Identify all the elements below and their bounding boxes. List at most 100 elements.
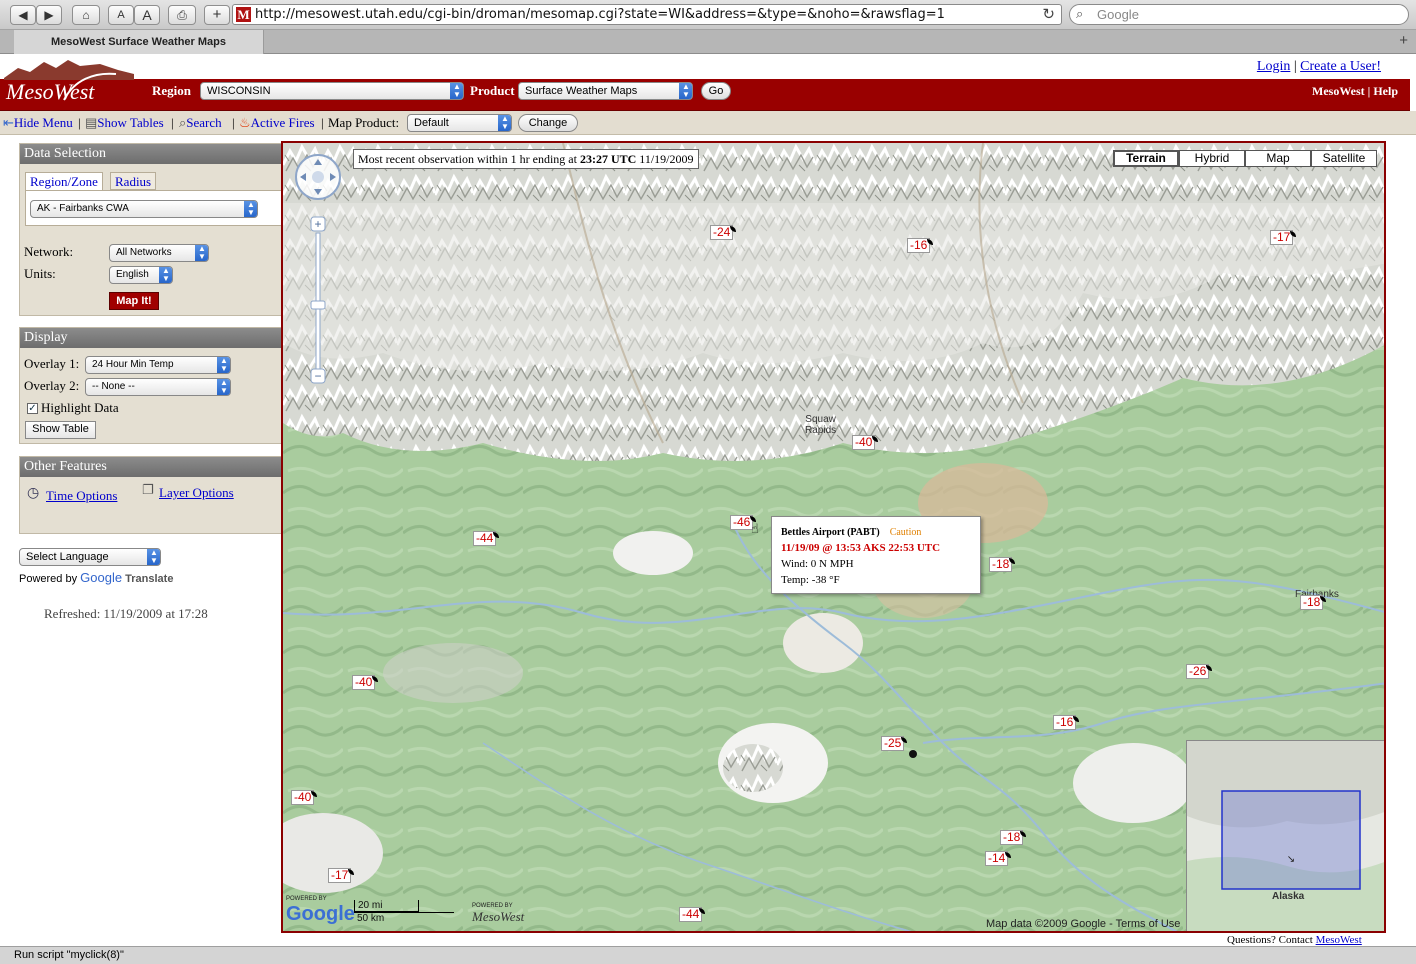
highlight-checkbox[interactable]: ✓ bbox=[27, 403, 38, 414]
home-button[interactable]: ⌂ bbox=[72, 5, 100, 25]
show-tables-link[interactable]: ▤Show Tables bbox=[85, 115, 164, 131]
station-marker[interactable]: -40 bbox=[852, 435, 879, 450]
print-button[interactable]: ⎙ bbox=[168, 5, 196, 25]
mesowest-favicon: M bbox=[236, 7, 251, 22]
map-it-button[interactable]: Map It! bbox=[109, 292, 159, 310]
station-marker[interactable]: -44 bbox=[473, 531, 500, 546]
svg-text:↘: ↘ bbox=[1287, 854, 1295, 865]
overlay2-select[interactable]: -- None -- ▲ ▼ bbox=[85, 378, 231, 396]
popup-time: 11/19/09 @ 13:53 AKS 22:53 UTC bbox=[781, 542, 941, 554]
mesowest-home-link[interactable]: MesoWest bbox=[1312, 84, 1365, 98]
help-link[interactable]: Help bbox=[1373, 84, 1398, 98]
go-button[interactable]: Go bbox=[701, 82, 731, 100]
back-button[interactable]: ◀ bbox=[10, 5, 36, 25]
search-link[interactable]: ⌕Search bbox=[179, 115, 222, 131]
weather-map[interactable]: + − Most recent observation within 1 hr … bbox=[281, 141, 1386, 933]
contact-mesowest-link[interactable]: MesoWest bbox=[1316, 934, 1362, 946]
select-arrows-icon: ▲ ▼ bbox=[217, 357, 230, 373]
data-selection-panel: Data Selection Region/Zone Radius AK - F… bbox=[19, 143, 283, 316]
fire-icon: ♨ bbox=[239, 115, 251, 130]
tab-mesowest[interactable]: MesoWest Surface Weather Maps bbox=[14, 30, 264, 54]
forward-button[interactable]: ▶ bbox=[36, 5, 62, 25]
reload-icon[interactable]: ↻ bbox=[1042, 5, 1055, 23]
station-marker[interactable]: -25 bbox=[881, 736, 908, 751]
create-user-link[interactable]: Create a User! bbox=[1300, 59, 1381, 74]
status-text: Run script "myclick(8)" bbox=[14, 949, 124, 961]
station-marker[interactable]: -40 bbox=[352, 675, 379, 690]
product-label: Product bbox=[470, 83, 515, 98]
text-smaller-button[interactable]: A bbox=[108, 5, 134, 25]
popup-wind: Wind: 0 N MPH bbox=[781, 558, 854, 570]
station-marker[interactable]: -26 bbox=[1186, 664, 1213, 679]
network-label: Network: bbox=[24, 244, 74, 259]
maptype-hybrid[interactable]: Hybrid bbox=[1179, 150, 1245, 167]
active-fires-link[interactable]: ♨Active Fires bbox=[239, 115, 315, 131]
scale-km: 50 km bbox=[354, 912, 454, 924]
select-arrows-icon: ▲ ▼ bbox=[195, 245, 208, 261]
overview-minimap[interactable]: ↘ Alaska bbox=[1186, 740, 1384, 931]
panel-title: Data Selection bbox=[20, 144, 282, 164]
region-select[interactable]: WISCONSIN ▲ ▼ bbox=[200, 82, 464, 100]
units-select[interactable]: English ▲ ▼ bbox=[109, 266, 173, 284]
station-marker[interactable]: -18 bbox=[1000, 830, 1027, 845]
tab-strip: MesoWest Surface Weather Maps + bbox=[0, 30, 1416, 54]
product-select-value: Surface Weather Maps bbox=[525, 85, 638, 97]
maptype-satellite[interactable]: Satellite bbox=[1311, 150, 1377, 167]
station-marker[interactable]: -14 bbox=[985, 851, 1012, 866]
select-arrows-icon: ▲ ▼ bbox=[147, 549, 160, 565]
language-select[interactable]: Select Language ▲ ▼ bbox=[19, 548, 161, 566]
add-bookmark-button[interactable]: + bbox=[204, 5, 230, 25]
overlay1-select[interactable]: 24 Hour Min Temp ▲ ▼ bbox=[85, 356, 231, 374]
popup-temp: Temp: -38 °F bbox=[781, 574, 840, 586]
network-select[interactable]: All Networks ▲ ▼ bbox=[109, 244, 209, 262]
search-icon: ⌕ bbox=[1076, 6, 1084, 21]
station-marker[interactable]: -18 bbox=[989, 557, 1016, 572]
map-product-select[interactable]: Default ▲ ▼ bbox=[407, 114, 512, 132]
map-navigation-control[interactable]: + − bbox=[294, 153, 342, 398]
popup-station-row: Bettles Airport (PABT) Caution bbox=[781, 527, 921, 538]
maptype-map[interactable]: Map bbox=[1245, 150, 1311, 167]
printer-icon: ⎙ bbox=[177, 8, 187, 22]
hide-menu-link[interactable]: ⇤Hide Menu bbox=[3, 115, 73, 131]
tab-radius[interactable]: Radius bbox=[110, 172, 157, 190]
url-text: http://mesowest.utah.edu/cgi-bin/droman/… bbox=[255, 7, 945, 22]
station-marker-selected[interactable]: -46 bbox=[730, 515, 757, 530]
tab-region-zone[interactable]: Region/Zone bbox=[25, 172, 103, 190]
google-logo: Google bbox=[80, 570, 123, 585]
top-links-row: Login | Create a User! bbox=[0, 55, 1416, 81]
time-options-link[interactable]: Time Options bbox=[46, 488, 117, 504]
station-marker[interactable]: -44 bbox=[679, 907, 706, 922]
product-select[interactable]: Surface Weather Maps ▲ ▼ bbox=[518, 82, 693, 100]
google-map-logo[interactable]: Google bbox=[286, 903, 355, 926]
station-marker[interactable]: -18 bbox=[1300, 595, 1327, 610]
panel-title: Other Features bbox=[20, 457, 282, 477]
google-translate-credit: Powered by Google Translate bbox=[19, 570, 173, 585]
station-marker[interactable]: -17 bbox=[1270, 230, 1297, 245]
other-features-panel: Other Features ◷ Time Options ❐ Layer Op… bbox=[19, 456, 283, 534]
region-zone-box: AK - Fairbanks CWA ▲ ▼ bbox=[25, 190, 283, 226]
layers-icon: ❐ bbox=[142, 482, 154, 497]
show-table-button[interactable]: Show Table bbox=[25, 421, 96, 439]
station-marker[interactable]: -24 bbox=[710, 225, 737, 240]
overlay1-label: Overlay 1: bbox=[24, 356, 80, 371]
address-bar[interactable]: M http://mesowest.utah.edu/cgi-bin/droma… bbox=[232, 4, 1062, 25]
login-link[interactable]: Login bbox=[1257, 59, 1290, 74]
station-marker[interactable]: -16 bbox=[907, 238, 934, 253]
text-larger-button[interactable]: A bbox=[134, 5, 160, 25]
pointer-cursor-icon: ☝ bbox=[751, 521, 759, 536]
station-marker[interactable]: -40 bbox=[291, 790, 318, 805]
new-tab-button[interactable]: + bbox=[1399, 32, 1408, 49]
station-marker[interactable]: -16 bbox=[1053, 715, 1080, 730]
header-right-links: MesoWest | Help bbox=[1312, 84, 1398, 98]
minimap-terrain: ↘ bbox=[1187, 741, 1384, 931]
change-button[interactable]: Change bbox=[518, 114, 578, 132]
station-marker[interactable]: -17 bbox=[328, 868, 355, 883]
obs-prefix: Most recent observation within 1 hr endi… bbox=[358, 152, 577, 166]
overlay1-value: 24 Hour Min Temp bbox=[92, 359, 174, 370]
layer-options-link[interactable]: Layer Options bbox=[159, 485, 234, 501]
search-input[interactable]: ⌕ Google bbox=[1069, 4, 1409, 25]
svg-text:−: − bbox=[314, 369, 321, 383]
maptype-terrain[interactable]: Terrain bbox=[1113, 150, 1179, 167]
map-copyright[interactable]: Map data ©2009 Google - Terms of Use bbox=[986, 918, 1180, 930]
zone-select[interactable]: AK - Fairbanks CWA ▲ ▼ bbox=[30, 200, 258, 218]
